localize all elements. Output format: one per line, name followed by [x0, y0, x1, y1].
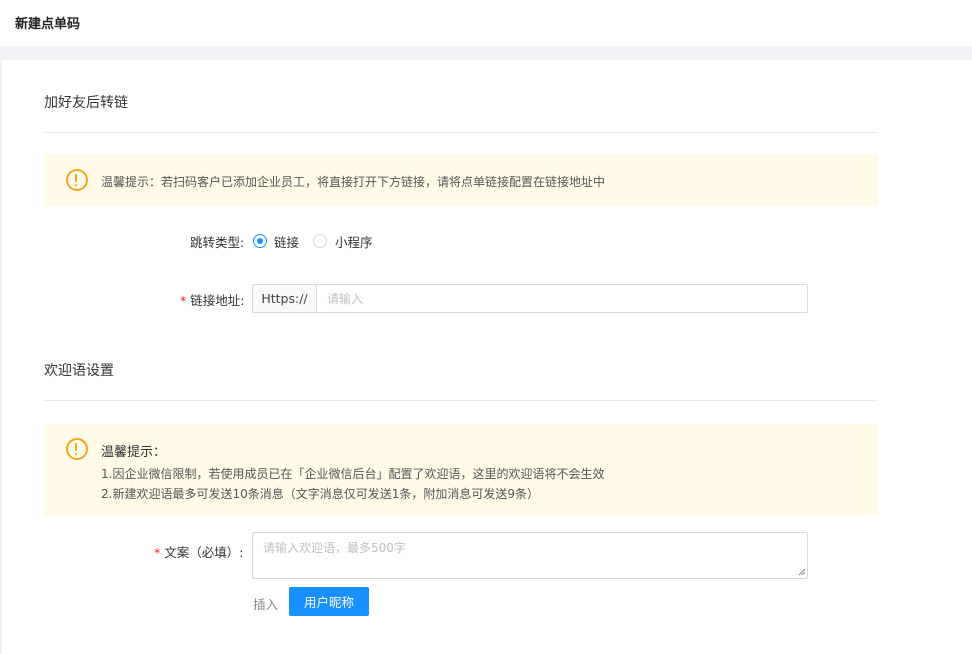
required-mark: *	[154, 545, 161, 560]
alert-title: 温馨提示：	[101, 445, 167, 460]
warning-icon	[66, 169, 88, 191]
resize-handle-icon[interactable]	[798, 568, 806, 576]
alert-line-2: 2.新建欢迎语最多可发送10条消息（文字消息仅可发送1条，附加消息可发送9条）	[101, 487, 539, 501]
radio-link-label[interactable]: 链接	[274, 232, 299, 251]
copy-label-text: 文案（必填）:	[164, 545, 244, 560]
url-label: * 链接地址:	[180, 290, 244, 309]
alert-text: 温馨提示：若扫码客户已添加企业员工，将直接打开下方链接，请将点单链接配置在链接地…	[101, 175, 606, 189]
url-prefix: Https://	[253, 285, 317, 312]
warning-icon	[66, 438, 88, 460]
url-input[interactable]	[317, 285, 807, 312]
page-header: 新建点单码	[0, 0, 972, 46]
section-title-welcome: 欢迎语设置	[44, 363, 114, 379]
required-mark: *	[180, 293, 187, 308]
welcome-copy-textarea[interactable]	[252, 532, 808, 579]
alert-line-1: 1.因企业微信限制，若使用成员已在「企业微信后台」配置了欢迎语，这里的欢迎语将不…	[101, 467, 605, 481]
copy-label: * 文案（必填）:	[154, 542, 243, 561]
insert-label: 插入	[253, 597, 279, 612]
divider	[44, 132, 878, 133]
form-panel: 加好友后转链 温馨提示：若扫码客户已添加企业员工，将直接打开下方链接，请将点单链…	[2, 60, 972, 654]
jump-type-label: 跳转类型:	[190, 235, 245, 250]
radio-link[interactable]	[253, 234, 267, 248]
alert-welcome: 温馨提示： 1.因企业微信限制，若使用成员已在「企业微信后台」配置了欢迎语，这里…	[44, 424, 878, 515]
url-label-text: 链接地址:	[190, 293, 245, 308]
url-input-group: Https://	[252, 284, 808, 313]
divider	[44, 400, 878, 401]
radio-miniprogram-label[interactable]: 小程序	[335, 232, 373, 251]
section-title-redirect: 加好友后转链	[44, 95, 128, 111]
radio-miniprogram[interactable]	[313, 234, 327, 248]
alert-redirect: 温馨提示：若扫码客户已添加企业员工，将直接打开下方链接，请将点单链接配置在链接地…	[44, 154, 878, 206]
page-title: 新建点单码	[15, 17, 81, 32]
insert-nickname-button[interactable]: 用户昵称	[289, 587, 369, 616]
